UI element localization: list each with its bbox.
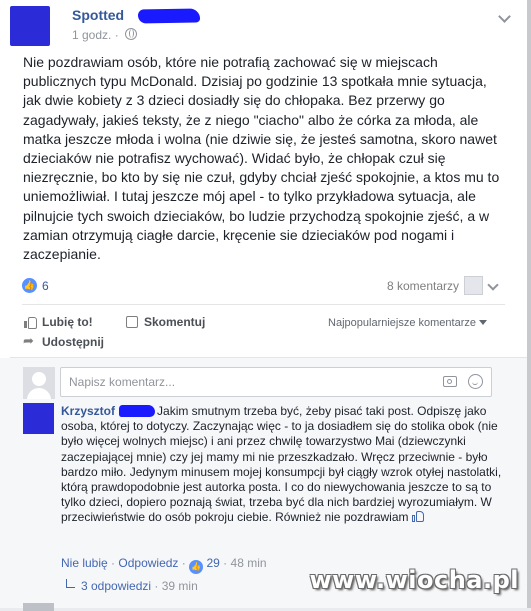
user-avatar: [23, 367, 55, 399]
comment-sort-dropdown[interactable]: Najpopularniejsze komentarze: [328, 317, 487, 329]
comment-icon: [126, 316, 138, 328]
share-icon: [23, 333, 36, 349]
comment-time[interactable]: 48 min: [231, 556, 267, 570]
redaction-mark: [137, 8, 201, 24]
like-reaction-icon: 👍: [22, 278, 37, 293]
thumbs-up-icon: [411, 510, 426, 523]
thumbs-up-icon: [24, 316, 37, 329]
post-stats: 👍 6 8 komentarzy: [22, 276, 499, 298]
reply-link[interactable]: Odpowiedz: [118, 556, 178, 570]
chevron-down-icon[interactable]: [487, 279, 499, 291]
post-text: Nie pozdrawiam osób, które nie potrafią …: [23, 54, 500, 263]
comment-input[interactable]: Napisz komentarz...: [60, 367, 492, 397]
divider: [22, 304, 505, 305]
like-reaction-icon: 👍: [189, 560, 204, 574]
scrollbar[interactable]: [527, 0, 531, 608]
watermark: www.wiocha.pl: [309, 566, 519, 594]
unlike-link[interactable]: Nie lubię: [61, 556, 108, 570]
post-time[interactable]: 1 godz.: [72, 28, 111, 42]
comment-button[interactable]: Skomentuj: [126, 315, 205, 329]
post-meta: 1 godz. ·: [72, 28, 138, 42]
post-card: Spotted 1 godz. · Nie pozdrawiam osób, k…: [0, 0, 528, 611]
caret-down-icon: [479, 320, 487, 325]
view-replies-link[interactable]: 3 odpowiedzi · 39 min: [66, 579, 198, 593]
commenter-avatar[interactable]: [23, 403, 54, 434]
comment: Krzysztof Jakim smutnym trzeba być, żeby …: [61, 404, 506, 526]
globe-icon: [125, 28, 138, 40]
comment-text: Jakim smutnym trzeba być, żeby pisać tak…: [61, 404, 502, 525]
post-header: Spotted 1 godz. ·: [10, 4, 515, 46]
comment-placeholder: Napisz komentarz...: [69, 375, 176, 389]
comment-count[interactable]: 8 komentarzy: [387, 279, 459, 293]
viewer-avatar: [464, 276, 483, 295]
share-button[interactable]: Udostępnij: [23, 333, 104, 349]
commenter-avatar: [23, 603, 54, 611]
chevron-down-icon[interactable]: [498, 10, 511, 23]
reply-arrow-icon: [66, 579, 75, 588]
like-count[interactable]: 6: [42, 279, 49, 293]
like-button[interactable]: Lubię to!: [24, 315, 93, 329]
emoji-icon[interactable]: [468, 374, 483, 389]
page-avatar[interactable]: [10, 6, 50, 46]
redaction-mark: [119, 405, 156, 417]
comment-author-link[interactable]: Krzysztof: [61, 404, 115, 418]
comment-actions: Nie lubię · Odpowiedz · 👍 29 · 48 min: [61, 556, 267, 574]
comment-like-count[interactable]: 29: [206, 556, 219, 570]
page-name-link[interactable]: Spotted: [72, 7, 124, 23]
camera-icon[interactable]: [443, 376, 457, 387]
